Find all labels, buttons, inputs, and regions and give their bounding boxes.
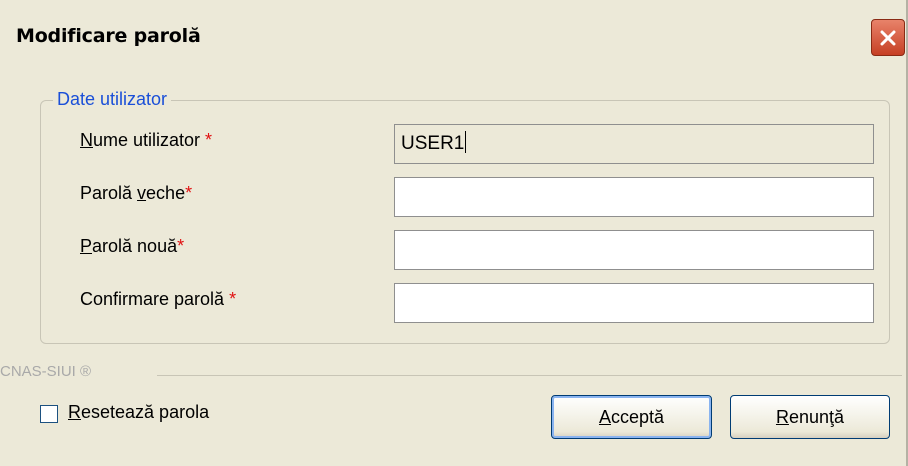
group-legend: Date utilizator	[53, 89, 172, 110]
accept-button[interactable]: Acceptă	[551, 395, 712, 439]
old-password-label: Parolă veche*	[80, 183, 193, 203]
new-password-label: Parolă nouă*	[80, 236, 185, 256]
old-password-field[interactable]	[394, 177, 874, 217]
window-title: Modificare parolă	[16, 25, 201, 47]
new-password-field[interactable]	[394, 230, 874, 270]
username-field[interactable]: USER1	[394, 124, 874, 164]
separator	[157, 375, 902, 376]
username-label: Nume utilizator *	[80, 130, 213, 150]
brand-label: CNAS-SIUI ®	[0, 363, 92, 380]
close-button[interactable]	[871, 19, 905, 56]
reset-password-checkbox[interactable]	[40, 405, 58, 423]
confirm-password-field[interactable]	[394, 283, 874, 323]
reset-password-label[interactable]: Resetează parola	[68, 402, 209, 423]
cancel-button[interactable]: Renunţă	[730, 395, 890, 439]
title-bar[interactable]: Modificare parolă	[0, 0, 906, 68]
password-dialog: Modificare parolă Date utilizator Nume u…	[0, 0, 908, 466]
confirm-password-label: Confirmare parolă *	[80, 289, 237, 309]
close-icon	[880, 30, 896, 45]
